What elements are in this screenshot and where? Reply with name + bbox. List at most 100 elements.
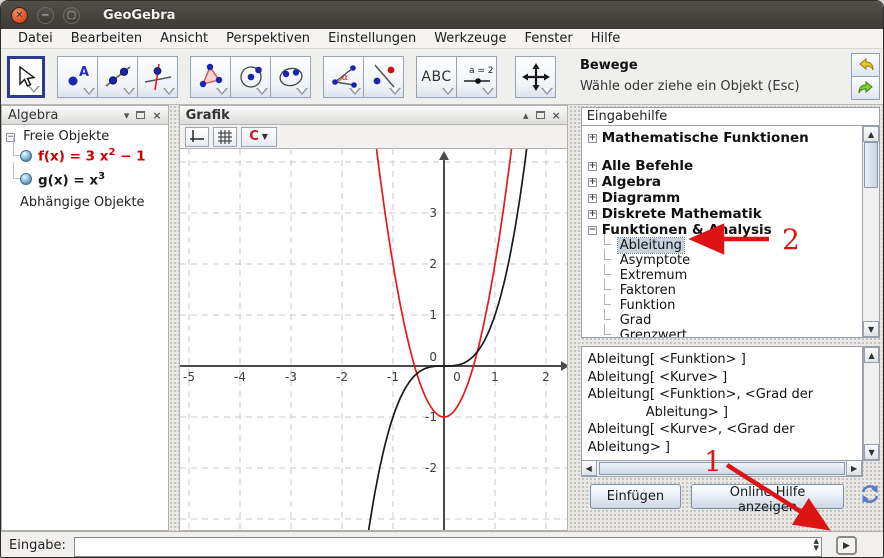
tree-item-algebra[interactable]: + Algebra [587,174,862,190]
tool-angle-button[interactable]: α [323,55,364,98]
tool-perpendicular-line-button[interactable] [137,55,178,98]
tree-child-extremum[interactable]: Extremum [588,264,862,283]
online-help-button[interactable]: Online Hilfe anzeigen [691,483,845,515]
menu-item-fenster[interactable]: Fenster [515,31,581,46]
refresh-button[interactable] [860,484,880,508]
object-visibility-marble-icon[interactable] [20,173,32,186]
scrollbar-thumb[interactable] [864,142,879,188]
help-splitter[interactable] [581,338,880,346]
window-close-button[interactable]: ✕ [11,6,28,24]
expand-icon[interactable]: + [587,133,597,143]
undo-button[interactable] [851,53,880,77]
menu-item-perspektiven[interactable]: Perspektiven [217,31,319,46]
tool-point-button[interactable]: A [57,55,98,98]
scroll-up-icon[interactable]: ▲ [864,347,880,363]
menu-item-hilfe[interactable]: Hilfe [582,31,630,46]
redo-icon [858,80,873,94]
tool-slider-button[interactable]: a = 2 [456,55,497,98]
tool-move-button[interactable] [7,55,45,98]
menu-item-werkzeuge[interactable]: Werkzeuge [425,31,515,46]
menu-item-datei[interactable]: Datei [9,31,62,46]
command-input-field[interactable] [73,537,822,557]
tree-child-grad[interactable]: Grad [588,309,862,328]
scroll-down-icon[interactable]: ▼ [863,321,880,337]
algebra-undock-icon[interactable] [136,111,146,119]
input-history-spinner[interactable]: ▲ ▼ [814,537,819,552]
graphics-undock-icon[interactable] [535,111,545,119]
syntax-h-scrollbar[interactable]: ◀ ▶ [580,460,864,477]
algebra-close-icon[interactable]: × [152,109,161,122]
scrollbar-thumb[interactable] [598,462,846,475]
svg-text:0: 0 [453,370,461,384]
algebra-object-g[interactable]: g(x) = x3 [6,161,164,192]
menu-item-bearbeiten[interactable]: Bearbeiten [62,31,151,46]
tool-circle-button[interactable] [230,55,271,98]
toggle-grid-button[interactable] [212,126,237,147]
tree-item-math-functions[interactable]: + Mathematische Funktionen [587,130,862,146]
input-help-toggle-button[interactable]: ▶ [835,536,857,555]
graphics-mini-toolbar: C ▼ [178,125,568,149]
expand-icon[interactable]: + [587,193,597,203]
tree-item-functions-analysis[interactable]: − Funktionen & Analysis [587,222,862,238]
tree-child-grenzwert[interactable]: Grenzwert [588,324,862,337]
chevron-down-icon [123,87,135,95]
panel-splitter[interactable] [169,105,179,531]
grid-icon [217,129,232,144]
algebra-object-f[interactable]: f(x) = 3 x2 − 1 [6,138,164,168]
input-bar: Eingabe: ▲ ▼ ▶ [1,531,883,557]
menu-item-ansicht[interactable]: Ansicht [151,31,217,46]
point-capturing-button[interactable]: C ▼ [240,126,277,147]
scroll-up-icon[interactable]: ▲ [863,126,880,142]
insert-button[interactable]: Einfügen [589,483,682,509]
dependent-objects-label: Abhängige Objekte [20,195,145,210]
menu-item-einstellungen[interactable]: Einstellungen [319,31,425,46]
scroll-down-icon[interactable]: ▼ [864,444,880,460]
syntax-line: Ableitung[ <Funktion>, <Grad der [587,387,814,402]
svg-text:-2: -2 [336,370,348,384]
svg-text:-2: -2 [425,461,437,475]
object-visibility-marble-icon[interactable] [20,149,32,162]
tree-child-asymptote[interactable]: Asymptote [588,249,862,268]
syntax-scrollbar[interactable]: ▲ ▼ [863,346,881,461]
tool-conic-button[interactable] [270,55,311,98]
toggle-axes-button[interactable] [184,126,209,147]
svg-text:2: 2 [542,370,550,384]
panel-splitter[interactable] [568,105,578,531]
menu-bar: Datei Bearbeiten Ansicht Perspektiven Ei… [1,29,883,49]
syntax-line: Ableitung[ <Kurve>, <Grad der Ableitung>… [587,422,795,455]
svg-text:a = 2: a = 2 [469,66,493,76]
tool-polygon-button[interactable] [190,55,231,98]
collapse-icon[interactable]: − [587,225,597,235]
tree-scrollbar[interactable]: ▲ ▼ [862,126,880,337]
tree-child-funktion[interactable]: Funktion [588,294,862,313]
graphics-collapse-icon[interactable]: ▴ [523,109,529,122]
command-syntax-box: Ableitung[ <Funktion> ] Ableitung[ <Kurv… [580,346,864,461]
tool-text-button[interactable]: ABC [416,55,457,98]
tool-move-view-button[interactable] [515,55,556,98]
syntax-line: Ableitung> ] [645,404,728,420]
expand-icon[interactable]: + [587,177,597,187]
chevron-down-icon [541,87,553,95]
tree-item-discrete-math[interactable]: + Diskrete Mathematik [587,206,862,222]
graphics-canvas[interactable]: -5 -4 -3 -2 -1 1 2 3 2 1 -1 -2 0 0 [178,149,568,531]
tool-reflect-button[interactable] [363,55,404,98]
chevron-down-icon [296,87,308,95]
tree-child-ableitung[interactable]: Ableitung [588,234,862,254]
expand-icon[interactable]: + [587,161,597,171]
redo-button[interactable] [851,76,880,100]
window-maximize-button[interactable]: ▢ [63,6,80,24]
algebra-menu-icon[interactable]: ▾ [124,109,130,122]
tree-item-diagramm[interactable]: + Diagramm [587,190,862,206]
object-f-name: f(x) [38,148,65,165]
tree-item-all-commands[interactable]: + Alle Befehle [587,158,862,174]
chevron-down-icon [482,87,494,95]
algebra-free-objects-node[interactable]: − Freie Objekte [6,129,164,144]
window-minimize-button[interactable]: − [37,6,54,24]
graphics-close-icon[interactable]: × [552,109,561,122]
tree-child-faktoren[interactable]: Faktoren [588,279,862,298]
expand-icon[interactable]: + [587,209,597,219]
scroll-left-icon[interactable]: ◀ [580,460,597,476]
tool-line-button[interactable] [97,55,138,98]
free-objects-label: Freie Objekte [23,129,110,144]
scroll-right-icon[interactable]: ▶ [846,460,863,476]
